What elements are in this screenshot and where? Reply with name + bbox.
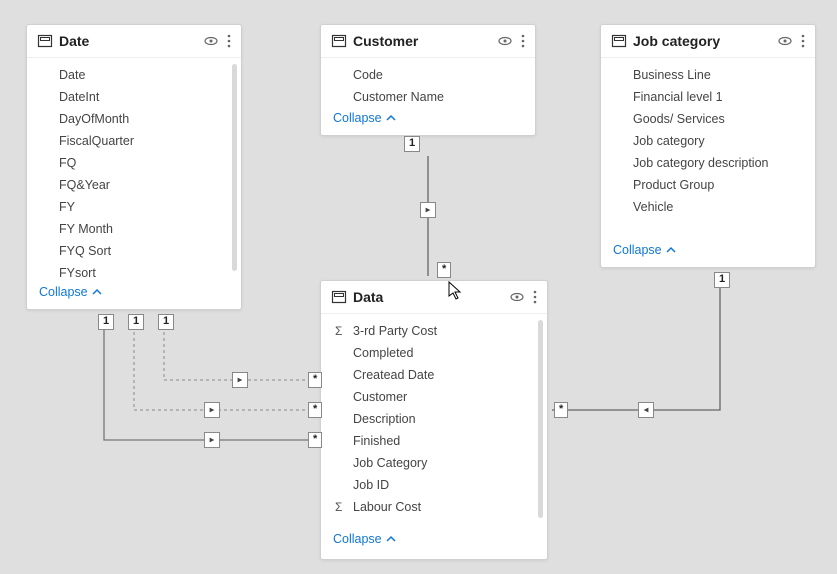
eye-icon[interactable] bbox=[777, 33, 793, 49]
field-label: Labour Cost bbox=[353, 500, 421, 514]
field-item[interactable]: FQ&Year bbox=[41, 174, 241, 196]
eye-icon[interactable] bbox=[497, 33, 513, 49]
collapse-link[interactable]: Collapse bbox=[601, 235, 815, 267]
field-list: Business Line Financial level 1 Goods/ S… bbox=[601, 58, 815, 235]
field-list: Σ 3-rd Party Cost Completed Createad Date… bbox=[321, 314, 547, 524]
eye-icon[interactable] bbox=[203, 33, 219, 49]
filter-direction-icon bbox=[204, 432, 220, 448]
collapse-label: Collapse bbox=[39, 285, 88, 299]
table-icon bbox=[611, 33, 627, 49]
field-item[interactable]: Finished bbox=[335, 430, 547, 452]
field-item[interactable]: FQ bbox=[41, 152, 241, 174]
collapse-link[interactable]: Collapse bbox=[27, 277, 241, 309]
table-icon bbox=[37, 33, 53, 49]
table-card-customer[interactable]: Customer Code Customer Name Collapse bbox=[320, 24, 536, 136]
chevron-up-icon bbox=[92, 287, 102, 297]
field-item[interactable]: FYQ Sort bbox=[41, 240, 241, 262]
table-card-data[interactable]: Data Σ 3-rd Party Cost Completed Createad… bbox=[320, 280, 548, 560]
filter-direction-icon bbox=[420, 202, 436, 218]
field-item[interactable]: Customer bbox=[335, 386, 547, 408]
chevron-up-icon bbox=[666, 245, 676, 255]
card-title: Job category bbox=[633, 33, 777, 49]
field-item[interactable]: FY bbox=[41, 196, 241, 218]
sigma-icon: Σ bbox=[335, 324, 342, 338]
card-title: Data bbox=[353, 289, 509, 305]
collapse-label: Collapse bbox=[613, 243, 662, 257]
filter-direction-icon bbox=[232, 372, 248, 388]
cardinality-one: 1 bbox=[404, 136, 420, 152]
field-item[interactable]: Product Group bbox=[615, 174, 815, 196]
field-item[interactable]: Date bbox=[41, 64, 241, 86]
cardinality-one: 1 bbox=[158, 314, 174, 330]
chevron-up-icon bbox=[386, 113, 396, 123]
field-item[interactable]: Financial level 1 bbox=[615, 86, 815, 108]
card-title: Date bbox=[59, 33, 203, 49]
field-item[interactable]: Σ 3-rd Party Cost bbox=[335, 320, 547, 342]
collapse-label: Collapse bbox=[333, 111, 382, 125]
cardinality-many: * bbox=[308, 402, 322, 418]
field-list: Code Customer Name bbox=[321, 58, 535, 103]
card-header[interactable]: Data bbox=[321, 281, 547, 314]
field-item[interactable]: Job category description bbox=[615, 152, 815, 174]
cardinality-many: * bbox=[308, 372, 322, 388]
field-item[interactable]: Job category bbox=[615, 130, 815, 152]
scrollbar[interactable] bbox=[538, 320, 543, 518]
field-item[interactable]: FY Month bbox=[41, 218, 241, 240]
chevron-up-icon bbox=[386, 534, 396, 544]
field-item[interactable]: Code bbox=[335, 64, 535, 86]
field-item[interactable]: Description bbox=[335, 408, 547, 430]
table-card-date[interactable]: Date Date DateInt DayOfMonth FiscalQuart… bbox=[26, 24, 242, 310]
field-item[interactable]: DateInt bbox=[41, 86, 241, 108]
cardinality-one: 1 bbox=[714, 272, 730, 288]
cardinality-many: * bbox=[554, 402, 568, 418]
card-header[interactable]: Customer bbox=[321, 25, 535, 58]
filter-direction-icon bbox=[204, 402, 220, 418]
scrollbar[interactable] bbox=[232, 64, 237, 271]
field-item[interactable]: FiscalQuarter bbox=[41, 130, 241, 152]
field-list: Date DateInt DayOfMonth FiscalQuarter FQ… bbox=[27, 58, 241, 277]
more-icon[interactable] bbox=[801, 34, 805, 48]
field-item[interactable]: Job ID bbox=[335, 474, 547, 496]
table-icon bbox=[331, 289, 347, 305]
field-item[interactable]: Job Category bbox=[335, 452, 547, 474]
collapse-link[interactable]: Collapse bbox=[321, 524, 547, 556]
card-title: Customer bbox=[353, 33, 497, 49]
more-icon[interactable] bbox=[533, 290, 537, 304]
cardinality-many: * bbox=[308, 432, 322, 448]
cardinality-one: 1 bbox=[98, 314, 114, 330]
field-item[interactable]: Vehicle bbox=[615, 196, 815, 218]
field-item[interactable]: Completed bbox=[335, 342, 547, 364]
collapse-link[interactable]: Collapse bbox=[321, 103, 535, 135]
field-item[interactable]: Goods/ Services bbox=[615, 108, 815, 130]
field-item[interactable]: Customer Name bbox=[335, 86, 535, 103]
card-header[interactable]: Job category bbox=[601, 25, 815, 58]
field-item[interactable]: Σ Labour Cost bbox=[335, 496, 547, 518]
collapse-label: Collapse bbox=[333, 532, 382, 546]
field-item[interactable]: Business Line bbox=[615, 64, 815, 86]
table-icon bbox=[331, 33, 347, 49]
card-header[interactable]: Date bbox=[27, 25, 241, 58]
more-icon[interactable] bbox=[521, 34, 525, 48]
eye-icon[interactable] bbox=[509, 289, 525, 305]
cardinality-many: * bbox=[437, 262, 451, 278]
field-label: 3-rd Party Cost bbox=[353, 324, 437, 338]
sigma-icon: Σ bbox=[335, 500, 342, 514]
table-card-job-category[interactable]: Job category Business Line Financial lev… bbox=[600, 24, 816, 268]
field-item[interactable]: FYsort bbox=[41, 262, 241, 277]
filter-direction-icon bbox=[638, 402, 654, 418]
field-item[interactable]: DayOfMonth bbox=[41, 108, 241, 130]
field-item[interactable]: Createad Date bbox=[335, 364, 547, 386]
more-icon[interactable] bbox=[227, 34, 231, 48]
cardinality-one: 1 bbox=[128, 314, 144, 330]
